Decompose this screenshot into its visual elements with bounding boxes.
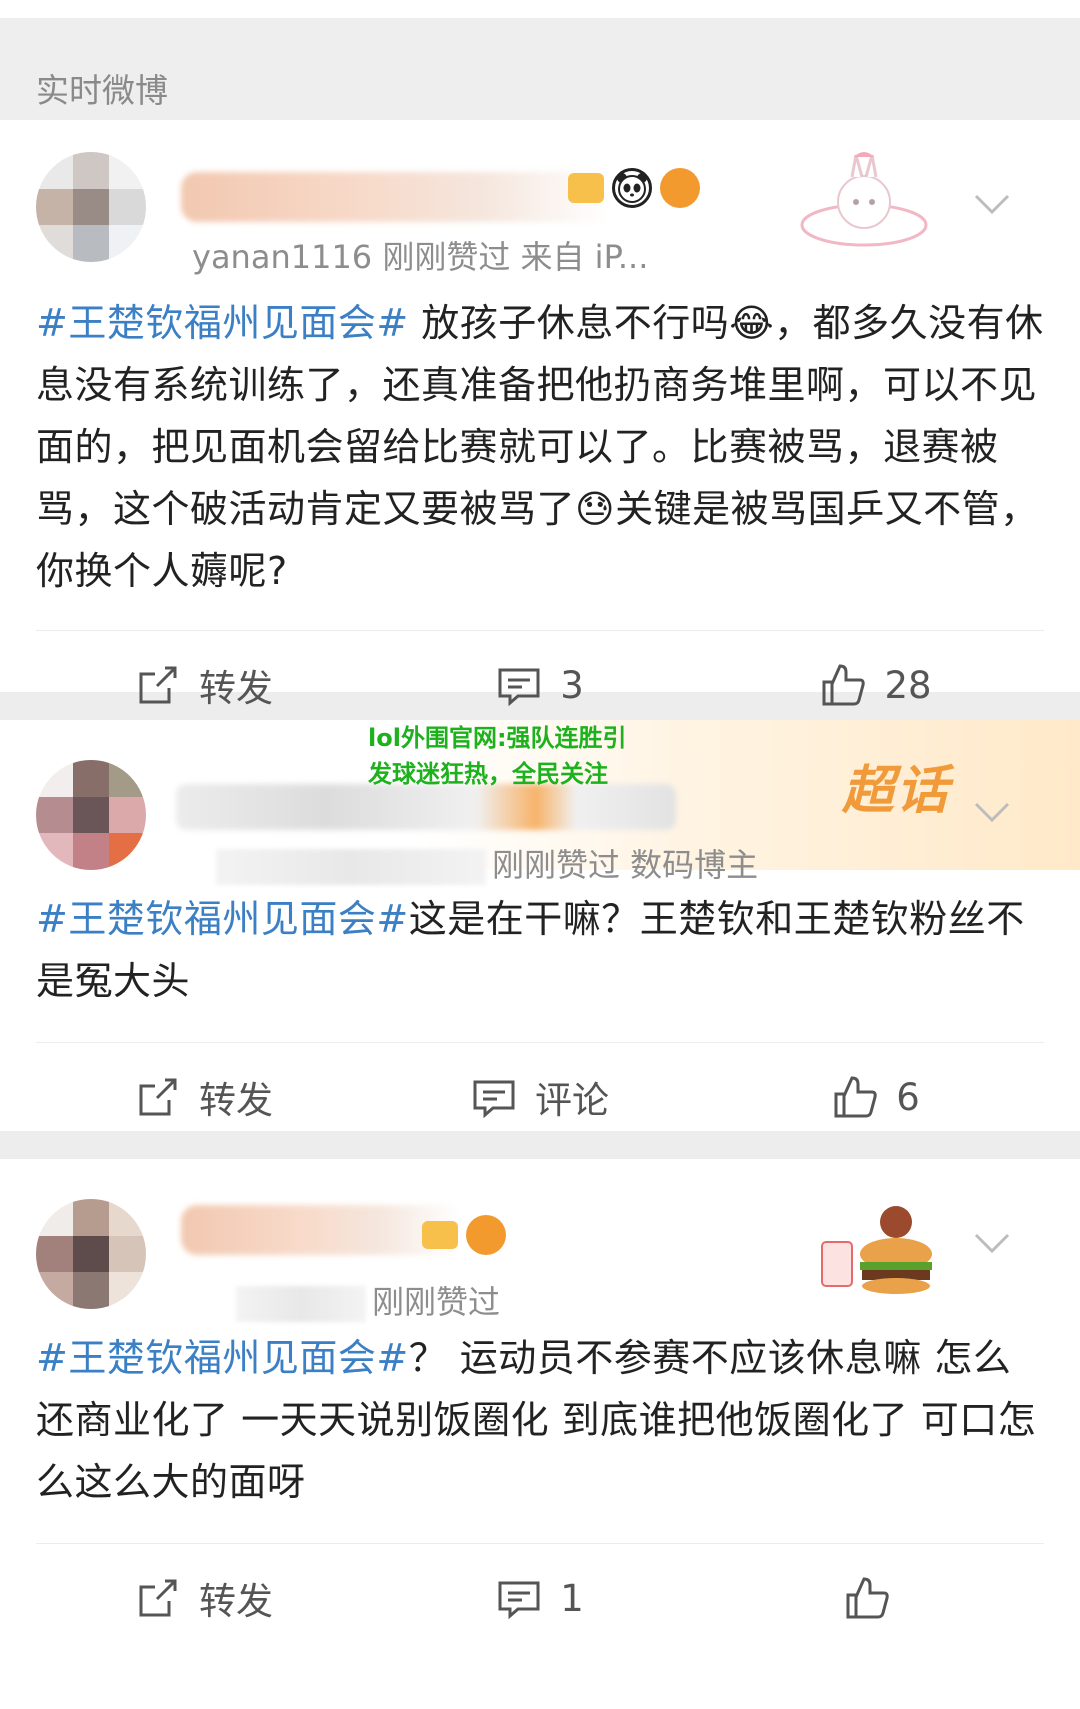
username-blurred[interactable] [181, 172, 611, 222]
user-badges [422, 1215, 506, 1255]
crown-badge-icon [568, 173, 604, 203]
post-meta: 刚刚赞过 数码博主 [216, 840, 758, 886]
username-blurred[interactable] [181, 1205, 461, 1255]
page-header: 实时微博 [0, 0, 1080, 120]
chevron-down-icon[interactable] [970, 790, 1014, 834]
burger-decoration-icon [804, 1187, 944, 1307]
like-count: 6 [896, 1075, 920, 1119]
chevron-down-icon[interactable] [970, 182, 1014, 226]
comment-button[interactable]: 3 [372, 662, 708, 708]
meta-blurred [236, 1286, 366, 1322]
avatar[interactable] [36, 1199, 146, 1309]
action-bar: 转发 1 [36, 1544, 1044, 1652]
repost-label: 转发 [199, 1079, 273, 1122]
like-button[interactable] [708, 1575, 1044, 1621]
post-meta: 刚刚赞过 [236, 1277, 500, 1323]
comment-count: 1 [560, 1576, 584, 1620]
header-title: 实时微博 [36, 71, 168, 110]
pufferfish-icon [660, 168, 700, 208]
avatar[interactable] [36, 760, 146, 870]
weibo-post-2[interactable]: 超话 lol外围官网:强队连胜引发球迷狂热，全民关注 刚刚赞过 数码博主 #王楚… [0, 720, 1080, 1131]
post-content: #王楚钦福州见面会# 放孩子休息不行吗😂，都多久没有休息没有系统训练了，还真准备… [36, 292, 1044, 630]
comment-button[interactable]: 评论 [372, 1070, 708, 1124]
topic-link[interactable]: #王楚钦福州见面会# [36, 301, 409, 345]
panda-icon [612, 168, 652, 208]
comment-icon [498, 668, 540, 707]
repost-button[interactable]: 转发 [36, 1070, 372, 1124]
share-icon [139, 666, 177, 704]
bunny-decoration-icon [794, 142, 934, 262]
repost-button[interactable]: 转发 [36, 1571, 372, 1625]
comment-count: 3 [560, 663, 584, 707]
weibo-post-3[interactable]: 刚刚赞过 #王楚钦福州见面会#？ 运动员不参赛不应该休息嘛 怎么还商业化了 一天… [0, 1159, 1080, 1709]
meta-blurred [216, 849, 486, 885]
post-header: 刚刚赞过 [36, 1159, 1044, 1327]
like-button[interactable]: 28 [708, 662, 1044, 708]
repost-button[interactable]: 转发 [36, 658, 372, 712]
topic-link[interactable]: #王楚钦福州见面会# [36, 897, 409, 941]
like-button[interactable]: 6 [708, 1074, 1044, 1120]
watermark-overlay-text: lol外围官网:强队连胜引发球迷狂热，全民关注 [368, 724, 627, 788]
post-header: yanan1116 刚刚赞过 来自 iP... [36, 120, 1044, 292]
level-badge-icon [422, 1221, 458, 1249]
repost-label: 转发 [199, 667, 273, 710]
thumbs-up-icon [846, 1577, 889, 1619]
share-icon [139, 1078, 177, 1116]
comment-icon [473, 1080, 515, 1119]
post-meta: yanan1116 刚刚赞过 来自 iP... [192, 238, 649, 276]
pufferfish-icon [466, 1215, 506, 1255]
thumbs-up-icon [834, 1076, 877, 1118]
post-content: #王楚钦福州见面会#？ 运动员不参赛不应该休息嘛 怎么还商业化了 一天天说别饭圈… [36, 1327, 1044, 1543]
comment-icon [498, 1581, 540, 1620]
thumbs-up-icon [822, 664, 866, 706]
topic-link[interactable]: #王楚钦福州见面会# [36, 1336, 409, 1380]
like-count: 28 [884, 663, 932, 707]
action-bar: 转发 评论 6 [36, 1043, 1044, 1151]
repost-label: 转发 [199, 1580, 273, 1623]
avatar[interactable] [36, 152, 146, 262]
share-icon [139, 1579, 177, 1617]
chevron-down-icon[interactable] [970, 1221, 1014, 1265]
post-content: #王楚钦福州见面会#这是在干嘛？王楚钦和王楚钦粉丝不是冤大头 [36, 888, 1044, 1042]
comment-label: 评论 [535, 1079, 609, 1122]
user-badges [568, 168, 700, 208]
weibo-post-1[interactable]: yanan1116 刚刚赞过 来自 iP... #王楚钦福州见面会# 放孩子休息… [0, 120, 1080, 710]
comment-button[interactable]: 1 [372, 1575, 708, 1621]
